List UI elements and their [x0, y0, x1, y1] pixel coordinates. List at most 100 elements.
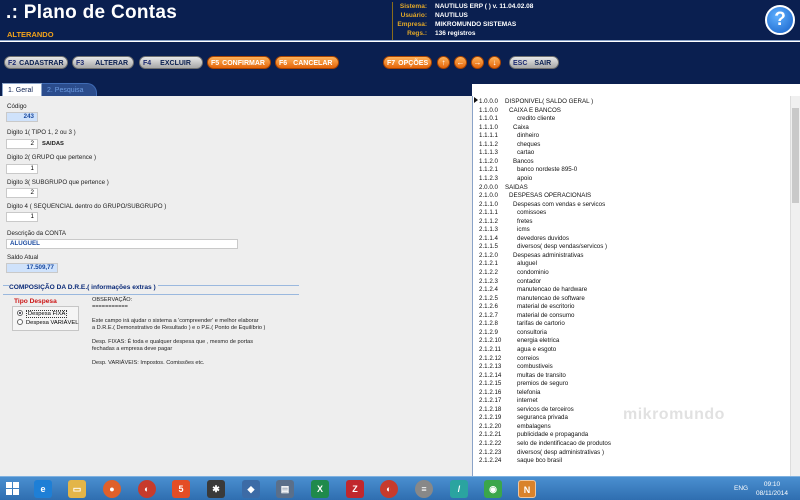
scrollbar-thumb[interactable] — [792, 108, 799, 203]
nautilus-app-icon[interactable]: N — [518, 480, 536, 498]
android-icon[interactable]: ◉ — [484, 480, 502, 498]
system-clock[interactable]: 09:10 08/11/2014 — [752, 480, 792, 498]
radio-despesa-variavel[interactable]: Despesa VARIÁVEL — [17, 319, 78, 328]
button-label: ALTERAR — [95, 60, 129, 67]
terminal-icon[interactable]: ▤ — [276, 480, 294, 498]
obs-line: Desp. VARIÁVEIS: Impostos. Comissões etc… — [92, 360, 205, 366]
obs-line: fechadas a empresa deve pagar — [92, 346, 173, 352]
tree-row[interactable]: 2.1.2.24 saque bco brasil — [473, 456, 789, 465]
info-value: NAUTILUS ERP ( ) v. 11.04.02.08 — [435, 3, 534, 10]
watermark-logo: mikromundo — [623, 406, 725, 423]
dre-title: COMPOSIÇÃO DA D.R.E.( informações extras… — [9, 284, 158, 291]
file-explorer-icon[interactable]: ▭ — [68, 480, 86, 498]
button-label: CANCELAR — [293, 60, 333, 67]
arrow-left-icon[interactable]: ← — [454, 56, 467, 69]
html5-icon[interactable]: 5 — [172, 480, 190, 498]
radio-button-icon[interactable] — [17, 310, 23, 317]
sair-button[interactable]: ESC SAIR — [509, 56, 559, 69]
info-row-system: Sistema: NAUTILUS ERP ( ) v. 11.04.02.08 — [393, 2, 693, 11]
info-label: Usuário: — [400, 12, 427, 19]
digito1-field[interactable]: 2 — [6, 139, 38, 149]
tipo-despesa-label: Tipo Despesa — [14, 298, 57, 305]
windows-taskbar: e ▭ ● ◐ 5 ✱ ◆ ▤ X Z ◐ ≡ / ◉ N ENG 09:10 … — [0, 476, 800, 500]
internet-explorer-icon[interactable]: e — [34, 480, 52, 498]
digito2-field[interactable]: 1 — [6, 164, 38, 174]
obs-line: Este campo irá ajudar o sistema a 'compr… — [92, 318, 259, 324]
radio-label: Despesa VARIÁVEL — [26, 320, 79, 326]
digito3-field[interactable]: 2 — [6, 188, 38, 198]
filezilla-icon[interactable]: Z — [346, 480, 364, 498]
info-label: Regs.: — [407, 30, 427, 37]
obs-line — [92, 332, 297, 339]
obs-line — [92, 353, 297, 360]
digito4-label: Digito 4 ( SEQUENCIAL dentro do GRUPO/SU… — [7, 203, 167, 210]
obs-line: Desp. FIXAS: É toda e qualquer despesa q… — [92, 339, 254, 345]
dre-section: COMPOSIÇÃO DA D.R.E.( informações extras… — [3, 284, 299, 370]
cancelar-button[interactable]: F6 CANCELAR — [275, 56, 339, 69]
database-icon[interactable]: ≡ — [415, 480, 433, 498]
pen-tool-icon[interactable]: / — [450, 480, 468, 498]
digito2-label: Digito 2( GRUPO que pertence ) — [7, 154, 97, 161]
digito1-hint: SAIDAS — [42, 141, 64, 147]
tab-geral[interactable]: 1. Geral — [2, 83, 42, 96]
codigo-label: Código — [7, 103, 27, 110]
help-button[interactable]: ? — [765, 5, 795, 35]
keyboard-language[interactable]: ENG — [734, 485, 748, 492]
filezilla-server-icon[interactable]: ◐ — [138, 480, 156, 498]
shortcut-key: F6 — [279, 60, 288, 67]
cadastrar-button[interactable]: F2 CADASTRAR — [4, 56, 68, 69]
radio-button-icon[interactable] — [17, 319, 23, 326]
codigo-field[interactable]: 243 — [6, 112, 38, 122]
button-label: CONFIRMAR — [222, 60, 265, 67]
obs-line — [92, 311, 297, 318]
button-label: CADASTRAR — [19, 60, 64, 67]
obs-line: =========== — [92, 304, 128, 310]
info-value: 136 registros — [435, 30, 476, 37]
account-tree[interactable]: 1.0.0.0 DISPONIVEL( SALDO GERAL ) 1.1.0.0 C… — [472, 96, 800, 476]
arrow-up-icon[interactable]: ↑ — [437, 56, 450, 69]
confirmar-button[interactable]: F5 CONFIRMAR — [207, 56, 271, 69]
arrow-down-icon[interactable]: ↓ — [488, 56, 501, 69]
shortcut-key: F2 — [8, 60, 17, 67]
shortcut-key: F7 — [387, 60, 396, 67]
opcoes-button[interactable]: F7 OPÇÕES — [383, 56, 432, 69]
clock-time: 09:10 — [763, 481, 781, 488]
postgres-icon[interactable]: ◆ — [242, 480, 260, 498]
app-header: .: Plano de Contas ALTERANDO Sistema: NA… — [0, 0, 800, 41]
digito3-label: Digito 3( SUBGRUPO que pertence ) — [7, 179, 109, 186]
button-label: SAIR — [534, 60, 552, 67]
tree-scrollbar[interactable] — [790, 96, 800, 476]
obs-line: OBSERVAÇÃO: — [92, 297, 133, 303]
info-label: Sistema: — [399, 3, 427, 10]
tipo-despesa-group: Despesa FIXA Despesa VARIÁVEL — [12, 306, 79, 331]
info-value: NAUTILUS — [435, 12, 468, 19]
tree-row-code: 2.1.2.24 — [479, 457, 502, 465]
toolbar: F2 CADASTRAR F3 ALTERAR F4 EXCLUIR F5 CONFIR… — [0, 42, 800, 84]
digito4-field[interactable]: 1 — [6, 212, 38, 222]
button-label: EXCLUIR — [160, 60, 191, 67]
tree-row-name: saque bco brasil — [517, 457, 563, 465]
excel-icon[interactable]: X — [311, 480, 329, 498]
tab-pesquisa[interactable]: 2. Pesquisa — [41, 83, 97, 96]
excluir-button[interactable]: F4 EXCLUIR — [139, 56, 203, 69]
digito1-label: Digito 1( TIPO 1, 2 ou 3 ) — [7, 129, 76, 136]
info-value: MIKROMUNDO SISTEMAS — [435, 21, 517, 28]
descricao-field[interactable]: ALUGUEL — [6, 239, 238, 249]
saldo-label: Saldo Atual — [7, 254, 39, 261]
start-windows-icon[interactable] — [6, 482, 20, 496]
info-label: Empresa: — [397, 21, 427, 28]
divider — [3, 294, 299, 295]
radio-despesa-fixa[interactable]: Despesa FIXA — [17, 310, 68, 319]
saldo-field: 17.509,77 — [6, 263, 58, 273]
firefox-icon[interactable]: ● — [103, 480, 121, 498]
page-title: .: Plano de Contas — [6, 2, 178, 23]
info-row-company: Empresa: MIKROMUNDO SISTEMAS — [393, 20, 693, 29]
arrow-right-icon[interactable]: → — [471, 56, 484, 69]
alterar-button[interactable]: F3 ALTERAR — [72, 56, 134, 69]
utility-icon[interactable]: ✱ — [207, 480, 225, 498]
shortcut-key: ESC — [513, 60, 528, 67]
system-info-panel: Sistema: NAUTILUS ERP ( ) v. 11.04.02.08… — [392, 2, 692, 40]
info-row-records: Regs.: 136 registros — [393, 29, 693, 38]
browser-icon[interactable]: ◐ — [380, 480, 398, 498]
radio-label: Despesa FIXA — [26, 310, 68, 318]
